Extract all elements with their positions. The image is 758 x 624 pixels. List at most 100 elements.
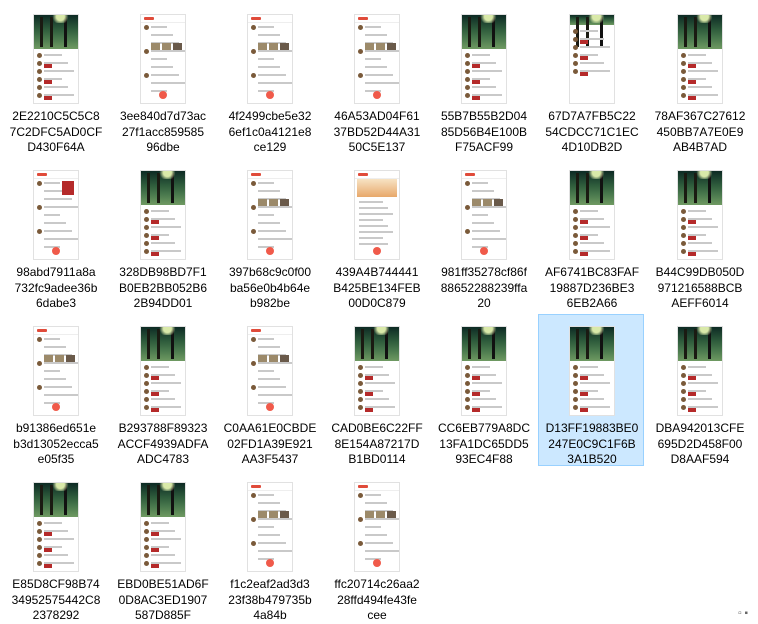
file-name: B293788F89323 ACCF4939ADFA ADC4783 [110,421,216,468]
file-name: 98abd7911a8a 732fc9adee36b 6dabe3 [3,265,109,312]
file-name-line: 85D56B4E100B [440,124,528,139]
file-thumbnail [355,15,399,103]
file-item[interactable]: 3ee840d7d73ac 27f1acc859585 96dbe [109,2,215,154]
file-name-line: 46A53AD04F61 [334,109,420,123]
file-name-line: cee [367,608,387,622]
file-thumbnail [678,327,722,415]
file-name-line: 397b68c9c0f00 [228,265,312,279]
file-name-line: 19887D236BE3 [549,280,635,295]
file-name-line: b91386ed651e [15,421,97,435]
file-name-line: 98abd7911a8a [16,265,96,279]
file-name-line: 4a84b [253,608,287,622]
file-name-line: CC6EB779A8DC [437,421,531,435]
file-name: 328DB98BD7F1 B0EB2BB052B6 2B94DD01 [110,265,216,312]
file-item[interactable]: B44C99DB050D 971216588BCB AEFF6014 [646,158,752,310]
file-name-line: ce129 [253,140,287,154]
file-name-line: 587D885F [134,608,192,622]
file-name-line: 93EC4F88 [455,452,513,466]
file-thumbnail [248,327,292,415]
file-item[interactable]: 98abd7911a8a 732fc9adee36b 6dabe3 [2,158,108,310]
file-thumbnail [462,327,506,415]
file-name-line: 8E154A87217D [334,436,420,451]
file-name-line: 27f1acc859585 [121,124,205,139]
file-name-line: B44C99DB050D [655,265,745,279]
file-thumbnail [355,171,399,259]
file-name: 55B7B55B2D04 85D56B4E100B F75ACF99 [431,109,537,156]
file-item[interactable]: 67D7A7FB5C22 54CDCC71C1EC 4D10DB2D [538,2,644,154]
file-grid: 2E2210C5C5C8 7C2DFC5AD0CF D430F64A 3ee840d7… [0,0,758,622]
file-thumbnail [34,15,78,103]
file-item[interactable]: 981ff35278cf86f 88652288239ffa 20 [430,158,536,310]
file-name-line: DBA942013CFE [655,421,745,435]
file-item[interactable]: B293788F89323 ACCF4939ADFA ADC4783 [109,314,215,466]
file-name-line: EBD0BE51AD6F [117,577,209,591]
file-name-line: 6ef1c0a4121e8 [228,124,312,139]
file-name-line: 78AF367C27612 [654,109,746,123]
file-name-line: ba56e0b4b64e [229,280,311,295]
file-name: CC6EB779A8DC 13FA1DC65DD5 93EC4F88 [431,421,537,468]
file-thumbnail [34,327,78,415]
file-item[interactable]: 2E2210C5C5C8 7C2DFC5AD0CF D430F64A [2,2,108,154]
file-name-line: 971216588BCB [657,280,743,295]
file-name-line: 981ff35278cf86f [441,265,527,279]
file-item[interactable]: CC6EB779A8DC 13FA1DC65DD5 93EC4F88 [430,314,536,466]
file-item[interactable]: CAD0BE6C22FF 8E154A87217D B1BD0114 [323,314,429,466]
file-name: 67D7A7FB5C22 54CDCC71C1EC 4D10DB2D [539,109,645,156]
file-name: 2E2210C5C5C8 7C2DFC5AD0CF D430F64A [3,109,109,156]
file-name-line: 7C2DFC5AD0CF [9,124,103,139]
file-name-line: D8AAF594 [670,452,730,466]
file-name: 439A4B744441 B425BE134FEB 00D0C879 [324,265,430,312]
file-name: 397b68c9c0f00 ba56e0b4b64e b982be [217,265,323,312]
file-thumbnail [462,15,506,103]
file-name-line: F75ACF99 [454,140,514,154]
file-name-line: 328DB98BD7F1 [119,265,207,279]
file-name-line: 55B7B55B2D04 [440,109,528,123]
file-name-line: B0EB2BB052B6 [118,280,208,295]
file-item[interactable]: 46A53AD04F61 37BD52D44A31 50C5E137 [323,2,429,154]
file-name-line: 2378292 [32,608,80,622]
file-item[interactable]: D13FF19883BE0 247E0C9C1F6B 3A1B520 [538,314,644,466]
file-item[interactable]: ffc20714c26aa2 28ffd494fe43fe cee [323,470,429,622]
file-item[interactable]: 328DB98BD7F1 B0EB2BB052B6 2B94DD01 [109,158,215,310]
file-name-line: 695D2D458F00 [657,436,743,451]
file-item[interactable]: C0AA61E0CBDE 02FD1A39E921 AA3F5437 [216,314,322,466]
file-item[interactable]: DBA942013CFE 695D2D458F00 D8AAF594 [646,314,752,466]
file-name: D13FF19883BE0 247E0C9C1F6B 3A1B520 [539,421,645,468]
file-item[interactable]: E85D8CF98B74 34952575442C8 2378292 [2,470,108,622]
file-item[interactable]: 55B7B55B2D04 85D56B4E100B F75ACF99 [430,2,536,154]
file-name-line: AF6741BC83FAF [544,265,640,279]
file-name: 981ff35278cf86f 88652288239ffa 20 [431,265,537,312]
file-name-line: e05f35 [37,452,75,466]
file-thumbnail [34,483,78,571]
file-name: 46A53AD04F61 37BD52D44A31 50C5E137 [324,109,430,156]
file-item[interactable]: 397b68c9c0f00 ba56e0b4b64e b982be [216,158,322,310]
file-thumbnail [462,171,506,259]
file-thumbnail [141,483,185,571]
file-thumbnail [570,327,614,415]
file-item[interactable]: EBD0BE51AD6F 0D8AC3ED1907 587D885F [109,470,215,622]
file-item[interactable]: b91386ed651e b3d13052ecca5 e05f35 [2,314,108,466]
file-name: EBD0BE51AD6F 0D8AC3ED1907 587D885F [110,577,216,624]
file-name-line: 50C5E137 [348,140,406,154]
file-name-line: 3A1B520 [567,452,617,466]
file-thumbnail [355,327,399,415]
file-item[interactable]: AF6741BC83FAF 19887D236BE3 6EB2A66 [538,158,644,310]
file-name-line: 0D8AC3ED1907 [118,592,208,607]
file-name-line: f1c2eaf2ad3d3 [230,577,310,591]
file-name: CAD0BE6C22FF 8E154A87217D B1BD0114 [324,421,430,468]
file-item[interactable]: 4f2499cbe5e32 6ef1c0a4121e8 ce129 [216,2,322,154]
file-thumbnail [355,483,399,571]
file-name-line: ffc20714c26aa2 [334,577,420,591]
file-item[interactable]: 439A4B744441 B425BE134FEB 00D0C879 [323,158,429,310]
file-name: 78AF367C27612 450BB7A7E0E9 AB4B7AD [647,109,753,156]
file-name-line: 28ffd494fe43fe [337,592,417,607]
file-item[interactable]: f1c2eaf2ad3d3 23f38b479735b 4a84b [216,470,322,622]
view-toggle[interactable]: ▫︎ ▪︎ [738,608,748,619]
file-item[interactable]: 78AF367C27612 450BB7A7E0E9 AB4B7AD [646,2,752,154]
file-name-line: 4f2499cbe5e32 [228,109,312,123]
file-name-line: D13FF19883BE0 [545,421,639,435]
file-name-line: 247E0C9C1F6B [548,436,636,451]
file-name-line: 20 [477,296,491,310]
file-thumbnail [34,171,78,259]
file-name-line: E85D8CF98B74 [12,577,100,591]
